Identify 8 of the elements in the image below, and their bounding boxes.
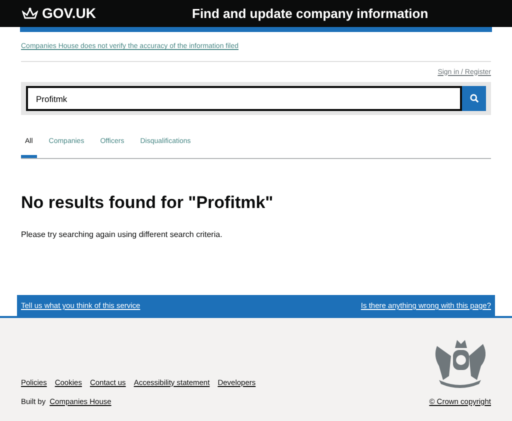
- no-results-heading: No results found for "Profitmk": [21, 192, 274, 213]
- search-button[interactable]: [462, 86, 486, 111]
- service-title: Find and update company information: [192, 4, 428, 23]
- search-field[interactable]: Profitmk: [26, 86, 462, 111]
- gov-uk-logo[interactable]: GOV.UK: [42, 3, 96, 24]
- search-hint-text: Please try searching again using different search criteria.: [21, 228, 224, 241]
- crown-icon: [22, 7, 38, 20]
- search-icon: [470, 94, 478, 103]
